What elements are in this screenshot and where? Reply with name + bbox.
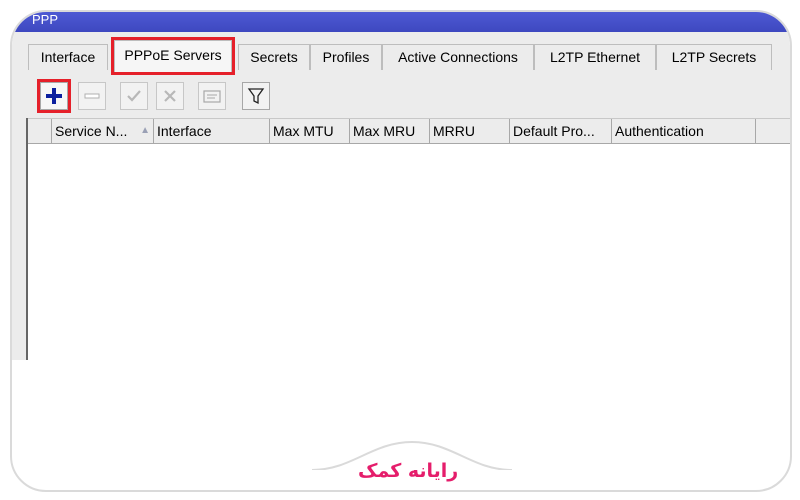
screenshot-frame: PPP Interface PPPoE Servers Secrets Prof… (10, 10, 792, 492)
column-header-mrru[interactable]: MRRU (430, 119, 510, 143)
tab-bar: Interface PPPoE Servers Secrets Profiles… (28, 36, 790, 75)
filter-button[interactable] (242, 82, 270, 110)
tab-l2tp-secrets[interactable]: L2TP Secrets (656, 44, 772, 70)
minus-icon (84, 93, 100, 99)
tab-interface[interactable]: Interface (28, 44, 108, 70)
column-header-max-mru[interactable]: Max MRU (350, 119, 430, 143)
column-header-authentication[interactable]: Authentication (612, 119, 756, 143)
tab-active-connections[interactable]: Active Connections (382, 44, 534, 70)
check-icon (127, 90, 141, 102)
comment-icon (203, 90, 221, 103)
enable-button[interactable] (120, 82, 148, 110)
pppoe-servers-table: Service N... ▲ Interface Max MTU Max MRU… (26, 118, 790, 360)
comment-button[interactable] (198, 82, 226, 110)
column-header-max-mtu[interactable]: Max MTU (270, 119, 350, 143)
ppp-window: PPP Interface PPPoE Servers Secrets Prof… (12, 12, 790, 360)
column-label: Service N... (55, 123, 128, 139)
column-header-default-profile[interactable]: Default Pro... (510, 119, 612, 143)
tab-secrets[interactable]: Secrets (238, 44, 310, 70)
column-header-filler (756, 119, 790, 143)
filter-icon (247, 88, 265, 105)
brand-logo: رایانه کمک (358, 460, 459, 482)
title-bar: PPP (12, 12, 790, 32)
toolbar (22, 79, 790, 114)
window-title: PPP (32, 12, 59, 27)
column-header-interface[interactable]: Interface (154, 119, 270, 143)
table-header: Service N... ▲ Interface Max MTU Max MRU… (28, 118, 790, 144)
disable-button[interactable] (156, 82, 184, 110)
column-header-selector[interactable] (28, 119, 52, 143)
add-button[interactable] (37, 79, 71, 113)
cross-icon (164, 90, 176, 102)
tab-l2tp-ethernet[interactable]: L2TP Ethernet (534, 44, 656, 70)
plus-icon (46, 88, 62, 104)
column-header-service-name[interactable]: Service N... ▲ (52, 119, 154, 143)
tab-profiles[interactable]: Profiles (310, 44, 382, 70)
remove-button[interactable] (78, 82, 106, 110)
tab-pppoe-servers[interactable]: PPPoE Servers (111, 37, 235, 75)
sort-ascending-icon: ▲ (140, 125, 150, 136)
